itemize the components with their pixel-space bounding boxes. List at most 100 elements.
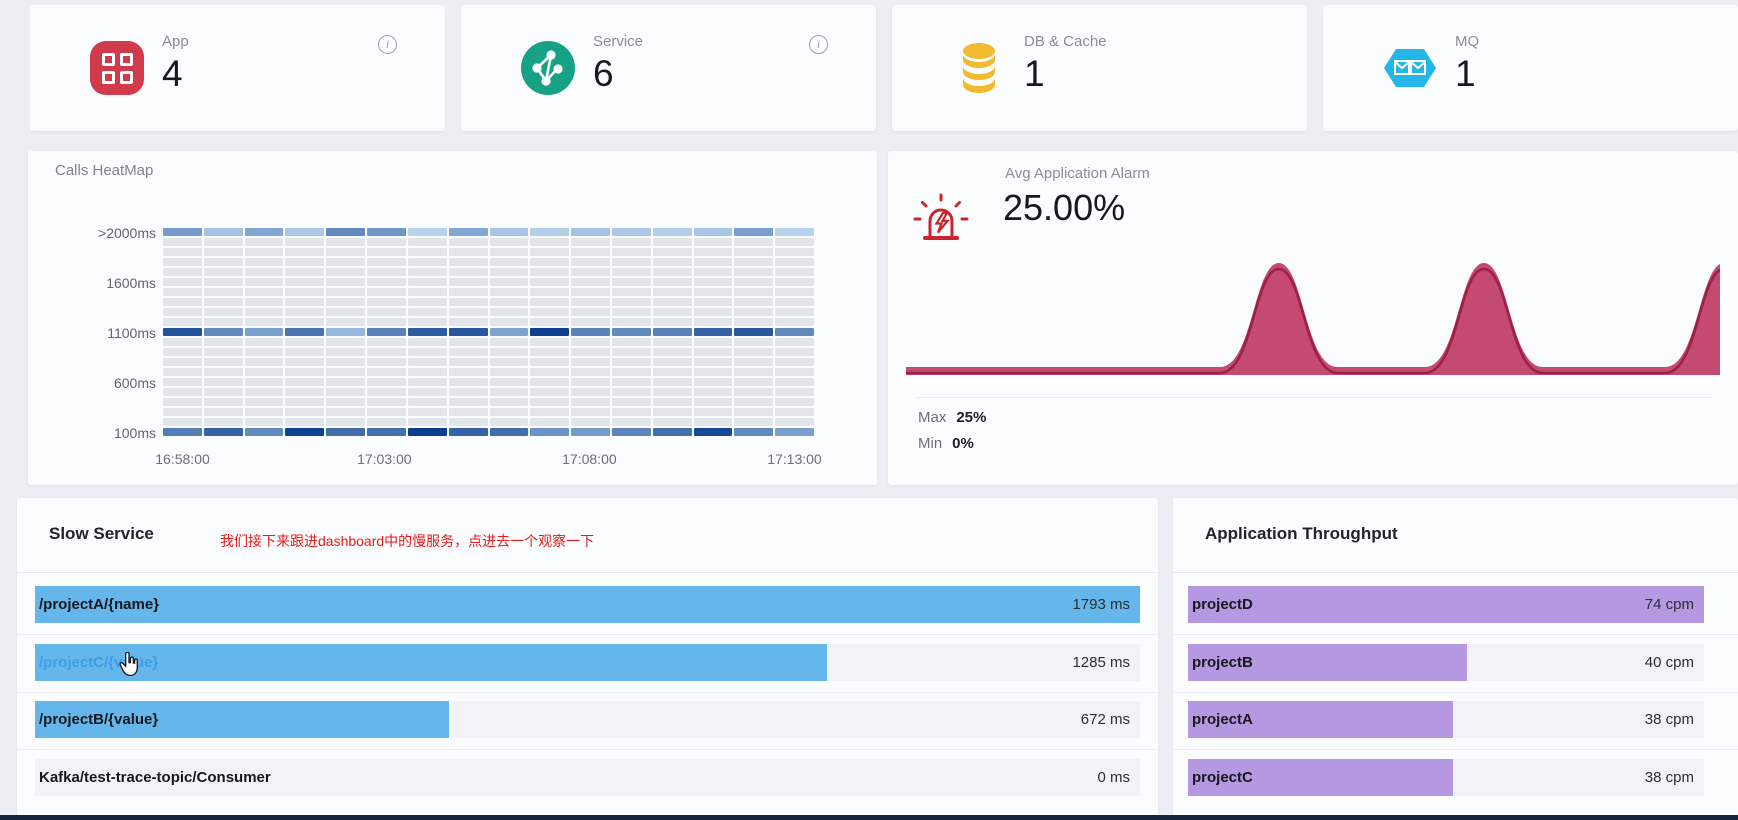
stat-card-value: 4 — [162, 53, 183, 95]
heatmap-cell — [367, 328, 406, 336]
heatmap-cell — [734, 428, 773, 436]
heatmap-y-tick: 1600ms — [48, 275, 156, 291]
throughput-row[interactable]: projectD74 cpm — [1188, 586, 1704, 623]
heatmap-cell — [449, 308, 488, 316]
heatmap-cell — [530, 318, 569, 326]
alarm-value: 25.00% — [1003, 187, 1125, 229]
heatmap-cell — [734, 298, 773, 306]
heatmap-cell — [204, 288, 243, 296]
heatmap-cell — [775, 298, 814, 306]
heatmap-cell — [285, 368, 324, 376]
info-icon[interactable]: i — [809, 35, 828, 54]
heatmap-cell — [694, 398, 733, 406]
slow-service-row[interactable]: /projectC/{value}1285 ms — [35, 644, 1140, 681]
heatmap-cell — [734, 328, 773, 336]
heatmap-y-tick: 600ms — [48, 375, 156, 391]
throughput-row[interactable]: projectC38 cpm — [1188, 759, 1704, 796]
heatmap-cell — [285, 338, 324, 346]
heatmap-cell — [408, 288, 447, 296]
heatmap-cell — [408, 348, 447, 356]
heatmap-cell — [449, 358, 488, 366]
heatmap-cell — [163, 248, 202, 256]
heatmap-cell — [163, 358, 202, 366]
calls-heatmap-panel: Calls HeatMap >2000ms1600ms1100ms600ms10… — [28, 151, 877, 485]
heatmap-cell — [530, 298, 569, 306]
heatmap-cell — [734, 338, 773, 346]
heatmap-cell — [734, 388, 773, 396]
heatmap-cell — [612, 348, 651, 356]
heatmap-cell — [653, 378, 692, 386]
slow-service-panel: Slow Service 我们接下来跟进dashboard中的慢服务，点进去一个… — [17, 498, 1158, 816]
heatmap-cell — [775, 338, 814, 346]
throughput-row[interactable]: projectA38 cpm — [1188, 701, 1704, 738]
slow-service-row[interactable]: /projectA/{name}1793 ms — [35, 586, 1140, 623]
heatmap-cell — [612, 378, 651, 386]
heatmap-cell — [449, 348, 488, 356]
slow-service-row[interactable]: Kafka/test-trace-topic/Consumer0 ms — [35, 759, 1140, 796]
heatmap-cell — [530, 378, 569, 386]
heatmap-cell — [612, 288, 651, 296]
heatmap-cell — [408, 318, 447, 326]
heatmap-cell — [571, 408, 610, 416]
heatmap-cell — [204, 398, 243, 406]
avg-application-alarm-panel: Avg Application Alarm 25.00% Max25% Min0… — [888, 151, 1738, 485]
heatmap-cell — [490, 408, 529, 416]
heatmap-cell — [571, 428, 610, 436]
alarm-trend-area-chart — [906, 261, 1720, 381]
heatmap-cell — [408, 328, 447, 336]
heatmap-cell — [449, 238, 488, 246]
heatmap-cell — [571, 348, 610, 356]
heatmap-cell — [245, 298, 284, 306]
heatmap-cell — [653, 268, 692, 276]
stat-card-mq: MQ1 — [1323, 5, 1738, 131]
heatmap-cell — [694, 428, 733, 436]
heatmap-cell — [204, 428, 243, 436]
stat-card-label: App — [162, 33, 189, 50]
heatmap-cell — [408, 238, 447, 246]
heatmap-cell — [571, 318, 610, 326]
bar-label: /projectA/{name} — [39, 586, 159, 623]
heatmap-cell — [449, 258, 488, 266]
heatmap-cell — [612, 268, 651, 276]
mq-hexagon-icon — [1383, 41, 1437, 95]
info-icon[interactable]: i — [378, 35, 397, 54]
heatmap-cell — [245, 308, 284, 316]
heatmap-cell — [285, 318, 324, 326]
heatmap-cell — [204, 308, 243, 316]
heatmap-cell — [163, 228, 202, 236]
throughput-row[interactable]: projectB40 cpm — [1188, 644, 1704, 681]
heatmap-cell — [612, 408, 651, 416]
heatmap-cell — [326, 378, 365, 386]
divider — [1173, 749, 1738, 750]
heatmap-cell — [367, 408, 406, 416]
heatmap-cell — [734, 228, 773, 236]
bar-value: 38 cpm — [1645, 701, 1694, 738]
heatmap-cell — [285, 268, 324, 276]
heatmap-cell — [490, 308, 529, 316]
heatmap-cell — [530, 248, 569, 256]
heatmap-cell — [449, 268, 488, 276]
heatmap-cell — [530, 268, 569, 276]
heatmap-cell — [204, 358, 243, 366]
heatmap-cell — [612, 258, 651, 266]
heatmap-cell — [326, 238, 365, 246]
heatmap-cell — [449, 398, 488, 406]
heatmap-cell — [775, 238, 814, 246]
alarm-title: Avg Application Alarm — [1005, 165, 1150, 182]
heatmap-cell — [245, 278, 284, 286]
heatmap-cell — [571, 298, 610, 306]
heatmap-cell — [734, 418, 773, 426]
divider — [1173, 634, 1738, 635]
heatmap-cell — [408, 368, 447, 376]
divider — [17, 572, 1158, 573]
heatmap-cell — [204, 238, 243, 246]
slow-service-row[interactable]: /projectB/{value}672 ms — [35, 701, 1140, 738]
heatmap-cell — [734, 398, 773, 406]
heatmap-cell — [571, 358, 610, 366]
heatmap-cell — [775, 388, 814, 396]
heatmap-cell — [163, 398, 202, 406]
heatmap-cell — [245, 258, 284, 266]
heatmap-cell — [367, 318, 406, 326]
heatmap-cell — [694, 388, 733, 396]
heatmap-cell — [612, 278, 651, 286]
